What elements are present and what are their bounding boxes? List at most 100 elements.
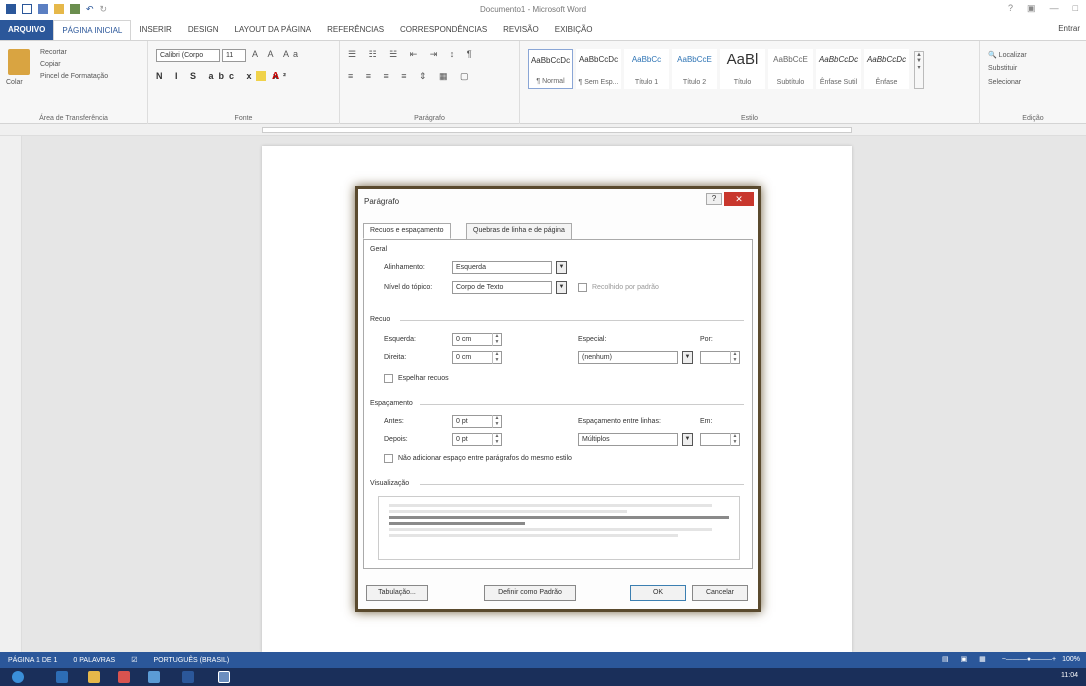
new-document-icon[interactable] (22, 4, 32, 14)
tab-arquivo[interactable]: ARQUIVO (0, 20, 54, 40)
language-status[interactable]: PORTUGUÊS (BRASIL) (153, 657, 229, 664)
by-spinner-icon[interactable]: ▲ ▼ (730, 351, 739, 364)
tab-inserir[interactable]: INSERIR (131, 20, 179, 40)
redo-icon[interactable]: ↻ (100, 4, 108, 14)
tab-correspondencias[interactable]: CORRESPONDÊNCIAS (392, 20, 495, 40)
explorer-icon[interactable] (88, 671, 100, 683)
window-title: Documento1 - Microsoft Word (480, 5, 587, 14)
tab-revisao[interactable]: REVISÃO (495, 20, 547, 40)
special-label: Especial: (578, 336, 607, 343)
web-layout-icon[interactable]: ▦ (979, 656, 986, 663)
at-spinner-icon[interactable]: ▲ ▼ (730, 433, 739, 446)
dialog-help-icon[interactable]: ? (706, 193, 722, 205)
style-enfase[interactable]: AaBbCcDc Ênfase (864, 49, 909, 89)
open-folder-icon[interactable] (54, 4, 64, 14)
tab-exibicao[interactable]: EXIBIÇÃO (547, 20, 601, 40)
print-layout-icon[interactable]: ▣ (961, 656, 968, 663)
media-icon[interactable] (118, 671, 130, 683)
collapsed-label: Recolhido por padrão (592, 284, 659, 291)
read-mode-icon[interactable]: ▤ (942, 656, 949, 663)
maximize-icon[interactable]: □ (1073, 3, 1078, 14)
section-general: Geral (370, 246, 388, 253)
alignment-dropdown-icon[interactable]: ▼ (556, 261, 567, 274)
line-spacing-select[interactable]: Múltiplos (578, 433, 678, 446)
start-icon[interactable] (12, 671, 24, 683)
tab-indents-spacing[interactable]: Recuos e espaçamento (363, 223, 451, 239)
font-size-select[interactable]: 11 (222, 49, 246, 62)
sign-in-link[interactable]: Entrar (1058, 24, 1080, 33)
tab-referencias[interactable]: REFERÊNCIAS (319, 20, 392, 40)
highlight-icon[interactable] (256, 71, 266, 81)
special-dropdown-icon[interactable]: ▼ (682, 351, 693, 364)
mirror-indents-checkbox[interactable] (384, 374, 393, 383)
bold-italic-underline-icons[interactable]: N I S abc x₂ x² (156, 71, 291, 81)
minimize-icon[interactable]: — (1050, 3, 1059, 14)
word-count[interactable]: 0 PALAVRAS (73, 657, 115, 664)
indent-right-spinner-icon[interactable]: ▲ ▼ (492, 351, 501, 364)
ribbon-tabs: ARQUIVO PÁGINA INICIAL INSERIR DESIGN LA… (0, 20, 1086, 40)
copy-button[interactable]: Copiar (40, 61, 61, 68)
no-space-checkbox[interactable] (384, 454, 393, 463)
ie-icon[interactable] (56, 671, 68, 683)
dialog-close-icon[interactable]: ✕ (724, 192, 754, 206)
font-name-select[interactable]: Calibri (Corpo (156, 49, 220, 62)
indent-left-spinner-icon[interactable]: ▲ ▼ (492, 333, 501, 346)
format-painter-button[interactable]: Pincel de Formatação (40, 73, 108, 80)
tabs-button[interactable]: Tabulação... (366, 585, 428, 601)
tab-design[interactable]: DESIGN (180, 20, 227, 40)
clock[interactable]: 11:04 (1061, 672, 1078, 679)
tab-line-page-breaks[interactable]: Quebras de linha e de página (466, 223, 572, 239)
style-normal[interactable]: AaBbCcDc ¶ Normal (528, 49, 573, 89)
spacing-after-spinner-icon[interactable]: ▲ ▼ (492, 433, 501, 446)
editing-group: 🔍 Localizar Substituir Selecionar Edição (980, 41, 1086, 125)
undo-icon[interactable]: ↶ (86, 4, 94, 14)
alignment-select[interactable]: Esquerda (452, 261, 552, 274)
cut-button[interactable]: Recortar (40, 49, 67, 56)
zoom-level[interactable]: 100% (1062, 656, 1080, 663)
font-grow-shrink-icons[interactable]: A A Aa (252, 49, 302, 59)
zoom-slider[interactable]: −———●———+ (1002, 656, 1056, 663)
word-taskbar-icon[interactable] (182, 671, 194, 683)
save-icon[interactable] (38, 4, 48, 14)
line-spacing-dropdown-icon[interactable]: ▼ (682, 433, 693, 446)
style-titulo[interactable]: AaBl Título (720, 49, 765, 89)
replace-button[interactable]: Substituir (988, 65, 1017, 72)
print-preview-icon[interactable] (70, 4, 80, 14)
horizontal-ruler[interactable] (0, 124, 1086, 136)
tab-pagina-inicial[interactable]: PÁGINA INICIAL (53, 20, 132, 40)
active-word-window-icon[interactable] (218, 671, 230, 683)
paste-icon[interactable] (8, 49, 30, 75)
tab-layout[interactable]: LAYOUT DA PÁGINA (227, 20, 320, 40)
style-enfase-sutil[interactable]: AaBbCcDc Ênfase Sutil (816, 49, 861, 89)
list-icons[interactable]: ☰ ☷ ☱ ⇤ ⇥ ↕ ¶ (348, 49, 477, 60)
set-default-button[interactable]: Definir como Padrão (484, 585, 576, 601)
style-titulo2[interactable]: AaBbCcE Título 2 (672, 49, 717, 89)
ok-button[interactable]: OK (630, 585, 686, 601)
paste-label[interactable]: Colar (6, 79, 23, 86)
font-color-icon[interactable]: A (272, 71, 279, 82)
proofing-icon[interactable]: ☑ (131, 656, 137, 664)
collapsed-checkbox[interactable] (578, 283, 587, 292)
style-titulo1[interactable]: AaBbCc Título 1 (624, 49, 669, 89)
spacing-before-spinner-icon[interactable]: ▲ ▼ (492, 415, 501, 428)
help-icon[interactable]: ? (1008, 3, 1013, 14)
outline-level-dropdown-icon[interactable]: ▼ (556, 281, 567, 294)
find-button[interactable]: 🔍 Localizar (988, 51, 1027, 59)
styles-scroll[interactable]: ▲ ▼ ▾ (914, 51, 924, 89)
align-icons[interactable]: ≡ ≡ ≡ ≡ ⇕ ▦ ▢ (348, 71, 474, 82)
clipboard-group-label: Área de Transferência (39, 115, 108, 122)
by-label: Por: (700, 336, 713, 343)
select-button[interactable]: Selecionar (988, 79, 1021, 86)
styles-group-label: Estilo (740, 115, 759, 122)
spacing-after-label: Depois: (384, 436, 408, 443)
cancel-button[interactable]: Cancelar (692, 585, 748, 601)
app-icon[interactable] (148, 671, 160, 683)
outline-level-select[interactable]: Corpo de Texto (452, 281, 552, 294)
vertical-ruler[interactable] (0, 136, 22, 652)
style-subtitulo[interactable]: AaBbCcE Subtítulo (768, 49, 813, 89)
page-count[interactable]: PÁGINA 1 DE 1 (8, 657, 57, 664)
style-sem-espacamento[interactable]: AaBbCcDc ¶ Sem Esp... (576, 49, 621, 89)
ribbon-options-icon[interactable]: ▣ (1027, 3, 1036, 14)
special-select[interactable]: (nenhum) (578, 351, 678, 364)
at-label: Em: (700, 418, 713, 425)
